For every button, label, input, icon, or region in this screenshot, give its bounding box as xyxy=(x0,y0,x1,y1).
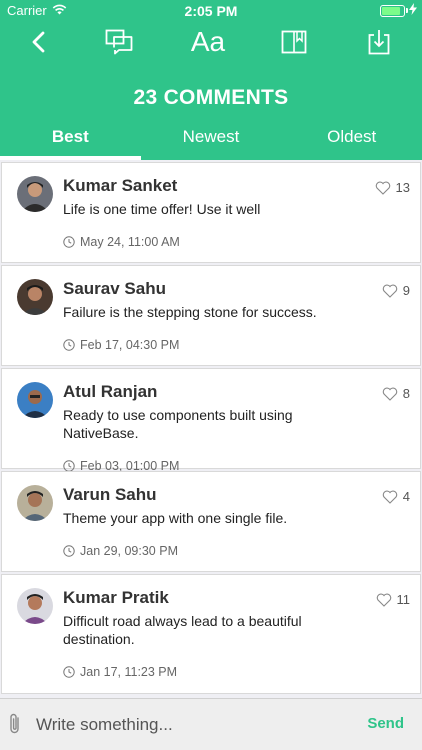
comment-composer: Send xyxy=(0,698,422,750)
avatar xyxy=(17,382,53,418)
like-button[interactable]: 13 xyxy=(375,180,410,195)
status-right xyxy=(380,3,417,18)
battery-icon xyxy=(380,4,408,17)
back-arrow-icon xyxy=(32,31,45,53)
battery-fill xyxy=(382,6,400,15)
comment-input[interactable] xyxy=(36,711,336,739)
attach-button[interactable] xyxy=(8,712,22,741)
comment-text: Life is one time offer! Use it well xyxy=(63,201,261,217)
font-size-button[interactable]: Aa xyxy=(186,26,230,58)
like-count: 4 xyxy=(402,489,410,504)
comment-author: Kumar Sanket xyxy=(63,176,178,195)
comment-time: Jan 17, 11:23 PM xyxy=(63,665,406,679)
comment-card: Kumar Pratik Difficult road always lead … xyxy=(1,574,421,694)
like-button[interactable]: 11 xyxy=(376,592,411,607)
comment-author: Varun Sahu xyxy=(63,485,157,504)
heart-icon xyxy=(375,181,390,195)
comment-card: Saurav Sahu Failure is the stepping ston… xyxy=(1,265,421,366)
avatar xyxy=(17,279,53,315)
clock-icon xyxy=(63,545,75,557)
comments-count-title: 23 COMMENTS xyxy=(133,86,289,109)
avatar xyxy=(17,176,53,212)
like-button[interactable]: 9 xyxy=(382,283,410,298)
comment-author: Kumar Pratik xyxy=(63,588,169,607)
clock-icon xyxy=(63,339,75,351)
comment-time-label: May 24, 11:00 AM xyxy=(80,235,180,249)
toolbar: Aa xyxy=(0,22,422,62)
comment-card: Atul Ranjan Ready to use components buil… xyxy=(1,368,421,473)
comment-time: Feb 17, 04:30 PM xyxy=(63,338,406,352)
comment-time: Jan 29, 09:30 PM xyxy=(63,544,406,558)
like-button[interactable]: 8 xyxy=(382,386,410,401)
heart-icon xyxy=(376,593,391,607)
clock-icon xyxy=(63,666,75,678)
comment-time: May 24, 11:00 AM xyxy=(63,235,406,249)
comment-time-label: Jan 17, 11:23 PM xyxy=(80,665,178,679)
heart-icon xyxy=(382,284,397,298)
send-button[interactable]: Send xyxy=(367,715,404,732)
comment-list: Kumar Sanket Life is one time offer! Use… xyxy=(0,162,422,698)
sort-tabs: Best Newest Oldest xyxy=(0,120,422,160)
comment-author: Saurav Sahu xyxy=(63,279,166,298)
comment-time-label: Jan 29, 09:30 PM xyxy=(80,544,178,558)
tab-newest[interactable]: Newest xyxy=(141,120,282,160)
like-count: 9 xyxy=(402,283,410,298)
comment-text: Theme your app with one single file. xyxy=(63,510,288,526)
like-count: 13 xyxy=(395,180,410,195)
comment-author: Atul Ranjan xyxy=(63,382,158,401)
avatar xyxy=(17,588,53,624)
download-icon xyxy=(368,30,390,55)
bookmark-button[interactable] xyxy=(276,26,312,58)
chat-button[interactable] xyxy=(101,26,137,58)
comment-card: Varun Sahu Theme your app with one singl… xyxy=(1,471,421,572)
header: Carrier 2:05 PM Aa 23 COMMENTS Best Newe… xyxy=(0,0,422,160)
back-button[interactable] xyxy=(20,26,56,58)
download-button[interactable] xyxy=(361,26,397,58)
heart-icon xyxy=(382,387,397,401)
charging-icon xyxy=(409,3,417,18)
avatar xyxy=(17,485,53,521)
comment-text: Failure is the stepping stone for succes… xyxy=(63,304,317,320)
like-count: 8 xyxy=(402,386,410,401)
clock-icon xyxy=(63,236,75,248)
comment-text: Ready to use components built using Nati… xyxy=(63,407,293,441)
chat-bubbles-icon xyxy=(105,29,133,55)
heart-icon xyxy=(382,490,397,504)
comment-time-label: Feb 17, 04:30 PM xyxy=(80,338,180,352)
status-time: 2:05 PM xyxy=(184,3,238,19)
like-button[interactable]: 4 xyxy=(382,489,410,504)
paperclip-icon xyxy=(10,713,19,734)
comment-card: Kumar Sanket Life is one time offer! Use… xyxy=(1,162,421,263)
book-icon xyxy=(281,30,307,54)
like-count: 11 xyxy=(396,592,411,607)
comment-text: Difficult road always lead to a beautifu… xyxy=(63,613,302,647)
status-bar: Carrier 2:05 PM xyxy=(0,0,422,22)
tab-oldest[interactable]: Oldest xyxy=(281,120,422,160)
tab-best[interactable]: Best xyxy=(0,120,141,160)
